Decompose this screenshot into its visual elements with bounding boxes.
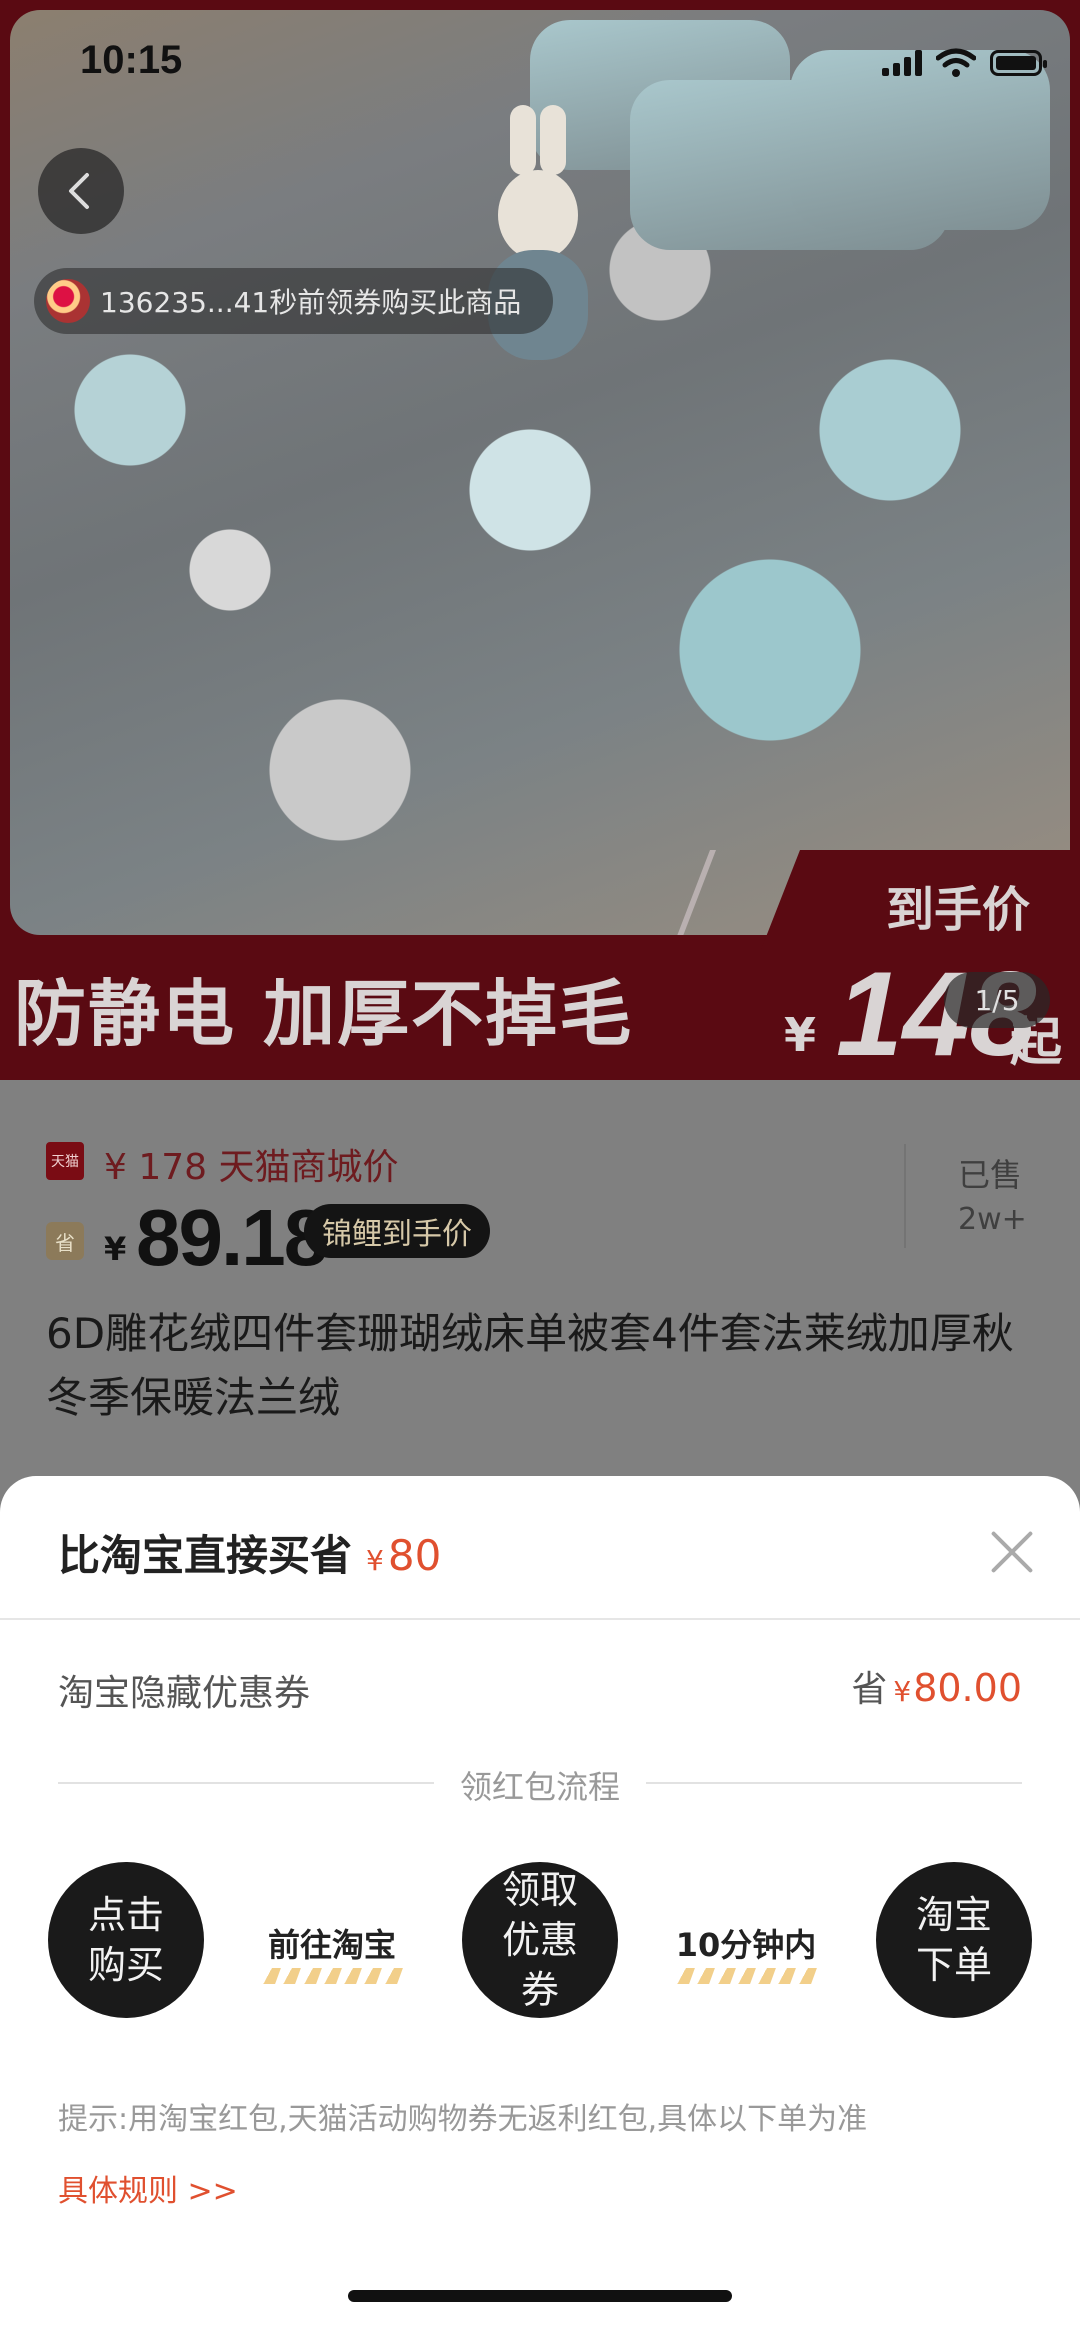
status-time: 10:15: [80, 38, 183, 82]
savings-sheet: 比淘宝直接买省 ¥ 80 淘宝隐藏优惠券 省 ¥ 80.00 领红包流程 点击购…: [0, 1476, 1080, 2338]
step-place-order: 淘宝下单: [876, 1862, 1032, 2018]
sold-count: 2w+: [958, 1202, 1027, 1237]
step-label: 领取优惠券: [501, 1868, 578, 2012]
signal-icon: [882, 50, 922, 76]
discount-icon: 省: [46, 1222, 84, 1260]
toy-ear: [540, 105, 566, 175]
coupon-savings: 省 ¥ 80.00: [851, 1660, 1022, 1712]
sheet-title: 比淘宝直接买省 ¥ 80: [58, 1522, 441, 1583]
step-label: 点击购买: [87, 1893, 164, 1987]
product-photo: [10, 10, 1070, 935]
divider: [0, 1618, 1080, 1620]
coupon-save-prefix: 省: [851, 1669, 888, 1710]
image-pager: 1/5: [944, 972, 1050, 1028]
coupon-label: 淘宝隐藏优惠券: [58, 1673, 311, 1714]
toy-ear: [510, 105, 536, 175]
ticker-text: 136235...41秒前领券购买此商品: [100, 286, 522, 319]
deal-price: 89.18: [136, 1193, 328, 1282]
home-indicator[interactable]: [348, 2290, 732, 2302]
tmall-icon: 天猫: [46, 1142, 84, 1180]
wifi-icon: [936, 48, 976, 77]
sheet-title-amount: 80: [387, 1531, 442, 1580]
progress-dashes: [675, 1968, 817, 1984]
deal-currency: ¥: [104, 1230, 127, 1268]
divider: [904, 1144, 906, 1248]
purchase-ticker: 136235...41秒前领券购买此商品: [34, 268, 554, 334]
close-icon[interactable]: [982, 1522, 1042, 1582]
back-button[interactable]: [38, 148, 124, 234]
banner-slogan-text: 防静电 加厚不掉毛: [14, 972, 634, 1056]
banner-slogan: 防静电 加厚不掉毛: [0, 935, 760, 1080]
banner-currency: ¥: [784, 1008, 817, 1062]
connector-label: 前往淘宝: [267, 1926, 396, 1964]
sold-label: 已售: [958, 1156, 1023, 1194]
original-price: ¥ 178 天猫商城价: [104, 1147, 399, 1188]
chevron-left-icon: [69, 173, 89, 209]
product-gallery[interactable]: 10:15 136235...41秒前领券购买此商品 防静电 加厚不掉毛 到手价…: [0, 0, 1080, 1080]
step-get-coupon: 领取优惠券: [462, 1862, 618, 2018]
divider: [646, 1782, 1022, 1784]
battery-icon: [990, 50, 1047, 76]
step-click-buy: 点击购买: [48, 1862, 204, 2018]
step-label: 淘宝下单: [915, 1893, 992, 1987]
sheet-title-currency: ¥: [366, 1544, 384, 1577]
sheet-title-text: 比淘宝直接买省: [58, 1531, 353, 1580]
product-title: 6D雕花绒四件套珊瑚绒床单被套4件套法莱绒加厚秋冬季保暖法兰绒: [46, 1309, 1014, 1422]
hint-text: 提示:用淘宝红包,天猫活动购物券无返利红包,具体以下单为准: [58, 2102, 868, 2137]
banner-price-label: 到手价: [885, 882, 1030, 938]
toy-bunny: [498, 170, 578, 260]
connector-label: 10分钟内: [675, 1926, 817, 1964]
rules-link[interactable]: 具体规则 >>: [58, 2166, 238, 2210]
product-info: 天猫 ¥ 178 天猫商城价 省 ¥ 89.18 锦鲤到手价 已售 2w+ 6D…: [0, 1080, 1080, 1510]
avatar: [46, 279, 90, 323]
coupon-currency: ¥: [893, 1675, 912, 1708]
progress-dashes: [261, 1968, 403, 1984]
flow-title: 领红包流程: [459, 1768, 620, 1806]
status-icons: [882, 48, 1047, 78]
coupon-amount: 80.00: [913, 1666, 1022, 1710]
deal-tag: 锦鲤到手价: [304, 1204, 490, 1258]
